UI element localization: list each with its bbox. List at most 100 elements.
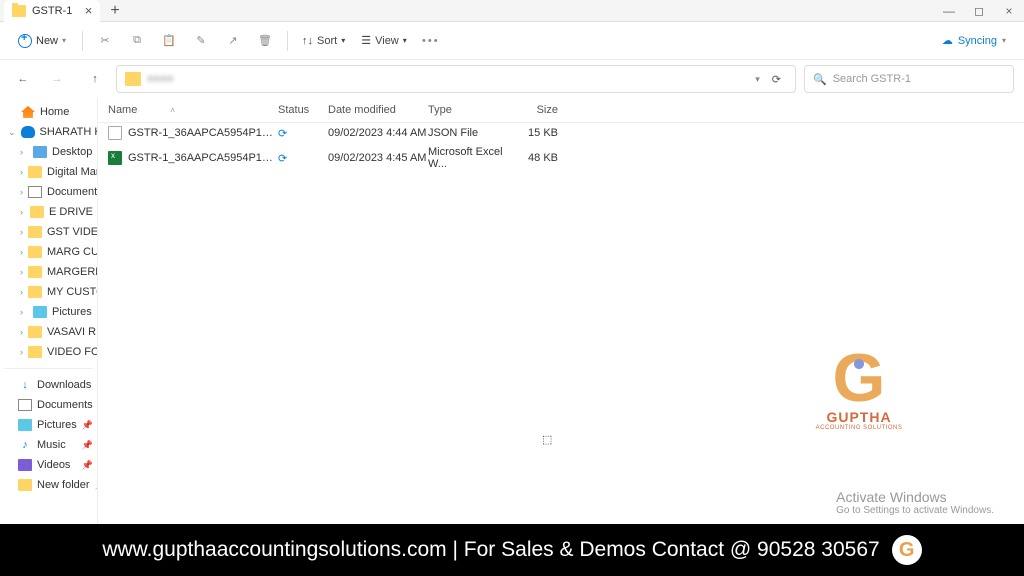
cloud-icon	[21, 126, 35, 138]
copy-icon[interactable]: ⧉	[123, 27, 151, 55]
quick-icon: ♪	[18, 439, 32, 451]
chevron-down-icon: ▾	[62, 36, 66, 45]
folder-icon	[28, 226, 42, 238]
paste-icon[interactable]: 📋	[155, 27, 183, 55]
delete-icon[interactable]: 🗑	[251, 27, 279, 55]
share-icon[interactable]: ↗	[219, 27, 247, 55]
sidebar-item[interactable]: ›Digital Market	[0, 162, 97, 182]
close-tab-icon[interactable]: ×	[85, 3, 93, 18]
promo-banner: www.gupthaaccountingsolutions.com | For …	[0, 524, 1024, 576]
folder-icon	[28, 326, 42, 338]
folder-icon	[28, 166, 42, 178]
column-headers: Name ˄ Status Date modified Type Size	[98, 98, 1024, 123]
folder-icon	[28, 266, 42, 278]
new-label: New	[36, 35, 58, 47]
sidebar-item[interactable]: ›VIDEO FOR ED	[0, 342, 97, 362]
breadcrumb[interactable]: ■■■■ ▾ ⟳	[116, 65, 796, 93]
folder-icon	[33, 306, 47, 318]
chevron-down-icon[interactable]: ▾	[755, 74, 760, 85]
folder-icon	[28, 246, 42, 258]
home-icon	[21, 106, 35, 118]
forward-button[interactable]: →	[44, 66, 70, 92]
sidebar-item[interactable]: ›MARG CUSTOM	[0, 242, 97, 262]
sidebar-quick-item[interactable]: ♪Music📌	[0, 435, 97, 455]
search-input[interactable]: 🔍 Search GSTR-1	[804, 65, 1014, 93]
sidebar-item[interactable]: ›Documents	[0, 182, 97, 202]
sidebar-quick-item[interactable]: New folder📌	[0, 475, 97, 495]
sort-label: Sort	[317, 35, 337, 47]
file-row[interactable]: GSTR-1_36AAPCA5954P1ZS_September_...⟳09/…	[98, 123, 1024, 143]
window-tab[interactable]: GSTR-1 ×	[4, 0, 100, 22]
sidebar-quick-item[interactable]: Pictures📌	[0, 415, 97, 435]
refresh-button[interactable]: ⟳	[766, 73, 787, 86]
folder-icon	[12, 5, 26, 17]
sidebar-quick-item[interactable]: ↓Downloads📌	[0, 375, 97, 395]
quick-icon: ↓	[18, 379, 32, 391]
folder-icon	[30, 206, 44, 218]
window-controls: — ◻ ×	[934, 4, 1024, 18]
folder-icon	[125, 72, 141, 86]
sync-status-icon: ⟳	[278, 127, 328, 140]
maximize-button[interactable]: ◻	[964, 4, 994, 18]
file-pane: Name ˄ Status Date modified Type Size GS…	[98, 98, 1024, 524]
folder-icon	[28, 346, 42, 358]
mouse-cursor: ⬚	[542, 433, 552, 446]
sidebar-item[interactable]: ›E DRIVE	[0, 202, 97, 222]
quick-icon	[18, 399, 32, 411]
sidebar-item[interactable]: ›MY CUSTOMER	[0, 282, 97, 302]
back-button[interactable]: ←	[10, 66, 36, 92]
chevron-down-icon: ▾	[1002, 36, 1006, 45]
new-button[interactable]: New ▾	[10, 30, 74, 52]
plus-icon	[18, 34, 32, 48]
col-date[interactable]: Date modified	[328, 104, 428, 116]
sync-status[interactable]: ☁ Syncing ▾	[934, 30, 1014, 51]
col-name[interactable]: Name ˄	[108, 104, 278, 116]
sort-icon: ↑↓	[302, 35, 313, 47]
sort-button[interactable]: ↑↓ Sort ▾	[296, 31, 351, 51]
up-button[interactable]: ↑	[82, 66, 108, 92]
file-icon	[108, 151, 122, 165]
sidebar-item[interactable]: ›GST VIDEO	[0, 222, 97, 242]
close-window-button[interactable]: ×	[994, 4, 1024, 18]
sidebar-item[interactable]: ›VASAVI RETAIL	[0, 322, 97, 342]
col-type[interactable]: Type	[428, 104, 508, 116]
activate-windows-notice: Activate Windows Go to Settings to activ…	[836, 489, 994, 516]
title-bar: GSTR-1 × + — ◻ ×	[0, 0, 1024, 22]
sidebar-item[interactable]: ›Desktop	[0, 142, 97, 162]
new-tab-button[interactable]: +	[110, 2, 119, 20]
minimize-button[interactable]: —	[934, 4, 964, 18]
sidebar-cloud-root[interactable]: ⌄SHARATH KUMA	[0, 122, 97, 142]
chevron-down-icon: ▾	[403, 36, 407, 45]
file-icon	[108, 126, 122, 140]
view-button[interactable]: ☰ View ▾	[355, 30, 413, 51]
more-button[interactable]: •••	[417, 27, 445, 55]
cloud-sync-icon: ☁	[942, 34, 953, 47]
view-icon: ☰	[361, 34, 371, 47]
sidebar-item[interactable]: ›MARGERP	[0, 262, 97, 282]
col-size[interactable]: Size	[508, 104, 558, 116]
file-row[interactable]: GSTR-1_36AAPCA5954P1ZS_September_...⟳09/…	[98, 143, 1024, 173]
folder-icon	[28, 286, 42, 298]
quick-icon	[18, 459, 32, 471]
banner-logo-icon: G	[892, 535, 922, 565]
sidebar-item[interactable]: ›Pictures	[0, 302, 97, 322]
folder-icon	[33, 146, 47, 158]
quick-icon	[18, 419, 32, 431]
sidebar-quick-item[interactable]: Documents📌	[0, 395, 97, 415]
rename-icon[interactable]: ✎	[187, 27, 215, 55]
quick-icon	[18, 479, 32, 491]
col-status[interactable]: Status	[278, 104, 328, 116]
chevron-down-icon: ▾	[341, 36, 345, 45]
address-bar: ← → ↑ ■■■■ ▾ ⟳ 🔍 Search GSTR-1	[0, 60, 1024, 98]
cut-icon[interactable]: ✂	[91, 27, 119, 55]
sidebar-home[interactable]: Home	[0, 102, 97, 122]
syncing-label: Syncing	[958, 35, 997, 47]
view-label: View	[375, 35, 399, 47]
sync-status-icon: ⟳	[278, 152, 328, 165]
toolbar: New ▾ ✂ ⧉ 📋 ✎ ↗ 🗑 ↑↓ Sort ▾ ☰ View ▾ •••…	[0, 22, 1024, 60]
search-placeholder: Search GSTR-1	[833, 73, 911, 85]
folder-icon	[28, 186, 42, 198]
sidebar-quick-item[interactable]: Videos📌	[0, 455, 97, 475]
search-icon: 🔍	[813, 73, 827, 86]
watermark-logo: G GUPTHA ACCOUNTING SOLUTIONS	[794, 348, 924, 431]
